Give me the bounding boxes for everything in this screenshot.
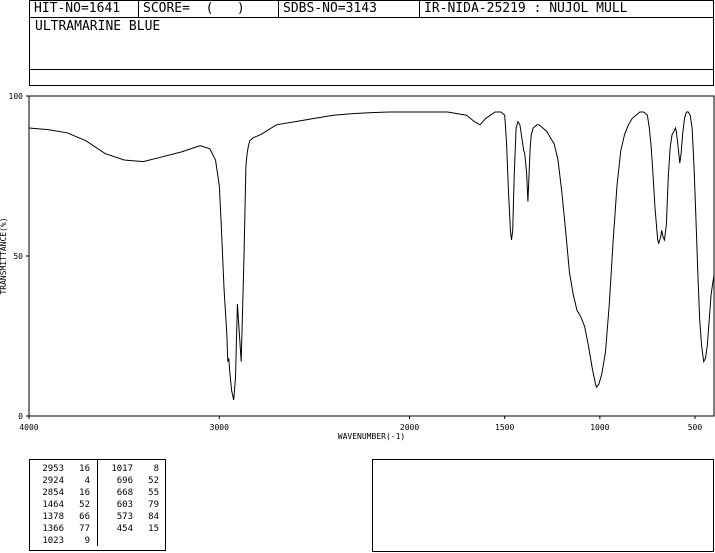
peak-transmittance: 4 [84, 476, 90, 486]
peak-row: 696 52 [99, 475, 165, 487]
peak-row: 1017 8 [99, 463, 165, 475]
peak-table: 2953 16 2924 4 2854 16 1464 52 1378 66 1366 77 1023 9… [29, 459, 166, 551]
peak-row: 573 84 [99, 511, 165, 523]
peak-wavenumber: 573 [116, 512, 133, 522]
peak-wavenumber: 696 [116, 476, 133, 486]
peak-wavenumber: 1023 [42, 536, 64, 546]
empty-info-box [372, 459, 714, 552]
peak-wavenumber: 2854 [42, 488, 64, 498]
peak-wavenumber: 2924 [42, 476, 64, 486]
peak-row: 1023 9 [30, 535, 97, 547]
peak-row: 2924 4 [30, 475, 97, 487]
y-axis-label: TRANSMITTANCE(%) [0, 217, 8, 294]
peak-wavenumber: 1366 [42, 524, 64, 534]
peak-wavenumber: 1464 [42, 500, 64, 510]
peak-transmittance: 15 [148, 524, 159, 534]
peak-wavenumber: 1017 [111, 464, 133, 474]
peak-row: 1378 66 [30, 511, 97, 523]
peak-row: 454 15 [99, 523, 165, 535]
y-tick-label: 100 [9, 92, 24, 101]
peak-row: 1464 52 [30, 499, 97, 511]
peak-transmittance: 84 [148, 512, 159, 522]
y-tick-label: 0 [18, 412, 23, 421]
peak-transmittance: 77 [79, 524, 90, 534]
x-tick-label: 1000 [590, 423, 609, 432]
x-tick-label: 2000 [400, 423, 419, 432]
peak-transmittance: 9 [84, 536, 90, 546]
peak-row: 603 79 [99, 499, 165, 511]
peak-transmittance: 55 [148, 488, 159, 498]
peak-row: 2854 16 [30, 487, 97, 499]
peak-wavenumber: 2953 [42, 464, 64, 474]
plot-frame [28, 95, 715, 417]
peak-row: 2953 16 [30, 463, 97, 475]
x-axis-ticks: 4000 3000 2000 1500 1000 500 [19, 416, 702, 432]
peak-column-2: 1017 8 696 52 668 55 603 79 573 84 454 15 [99, 463, 165, 535]
peak-wavenumber: 603 [116, 500, 133, 510]
peak-wavenumber: 668 [116, 488, 133, 498]
peak-transmittance: 8 [153, 464, 159, 474]
peak-transmittance: 16 [79, 488, 90, 498]
x-tick-label: 3000 [210, 423, 229, 432]
peak-row: 1366 77 [30, 523, 97, 535]
x-tick-label: 4000 [19, 423, 38, 432]
peak-transmittance: 16 [79, 464, 90, 474]
x-tick-label: 1500 [495, 423, 514, 432]
spectrum-line [28, 111, 715, 401]
peak-row: 668 55 [99, 487, 165, 499]
peak-column-1: 2953 16 2924 4 2854 16 1464 52 1378 66 1366 77 1023 9 [30, 460, 98, 546]
peak-transmittance: 66 [79, 512, 90, 522]
peak-transmittance: 52 [79, 500, 90, 510]
peak-transmittance: 79 [148, 500, 159, 510]
x-axis-label: WAVENUMBER(-1) [338, 432, 405, 441]
x-tick-label: 500 [688, 423, 703, 432]
peak-transmittance: 52 [148, 476, 159, 486]
y-tick-label: 50 [13, 252, 23, 261]
y-axis-ticks: 0 50 100 [9, 92, 29, 421]
peak-wavenumber: 454 [116, 524, 133, 534]
peak-wavenumber: 1378 [42, 512, 64, 522]
